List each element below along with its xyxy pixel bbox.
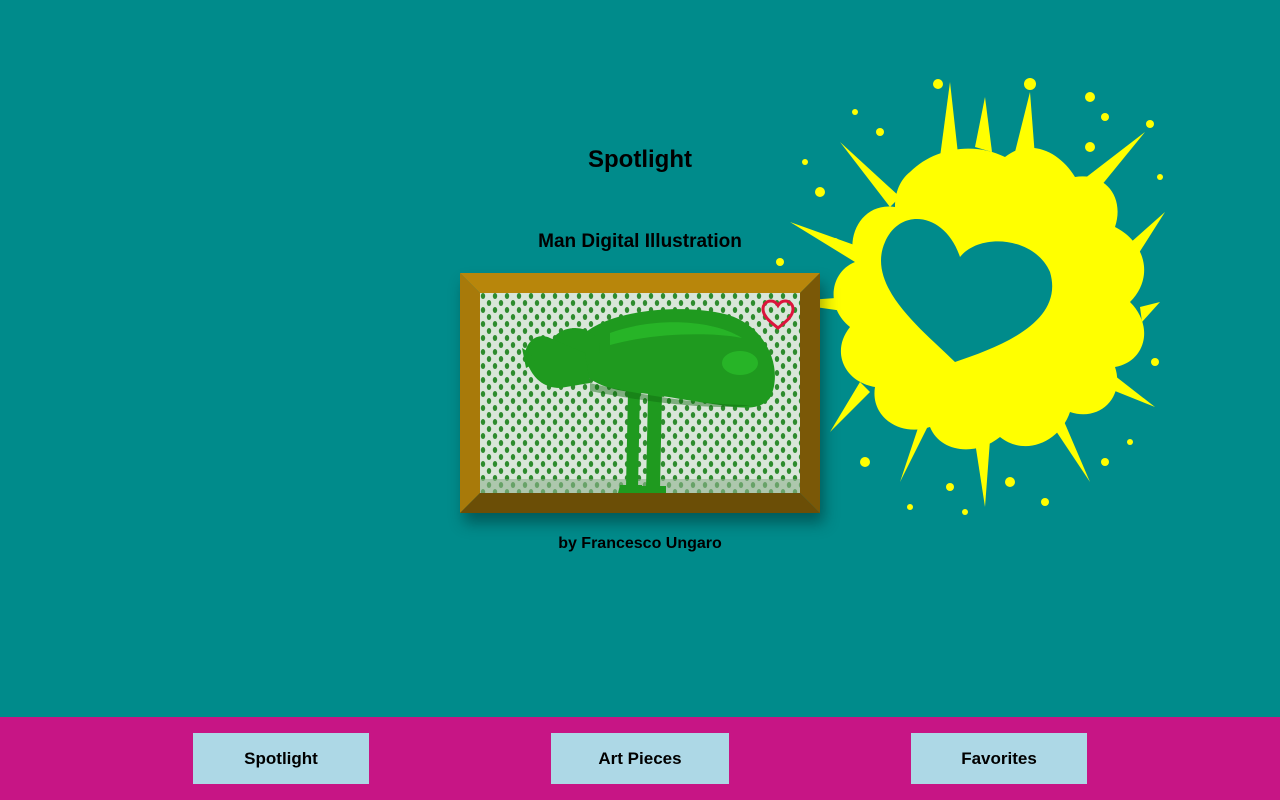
heart-splash-icon <box>776 78 1165 515</box>
artwork-image[interactable] <box>480 293 800 493</box>
artwork-frame <box>460 273 820 513</box>
page-title: Spotlight <box>588 146 692 173</box>
main-stage: Spotlight Man Digital Illustration by Fr… <box>0 0 1280 717</box>
artwork-artist: by Francesco Ungaro <box>558 535 722 552</box>
bottom-navigation: Spotlight Art Pieces Favorites <box>0 717 1280 800</box>
heart-outline-icon[interactable] <box>760 299 796 331</box>
artwork-title: Man Digital Illustration <box>538 231 742 252</box>
nav-art-pieces-button[interactable]: Art Pieces <box>551 733 729 784</box>
nav-spotlight-button[interactable]: Spotlight <box>193 733 369 784</box>
nav-favorites-button[interactable]: Favorites <box>911 733 1087 784</box>
